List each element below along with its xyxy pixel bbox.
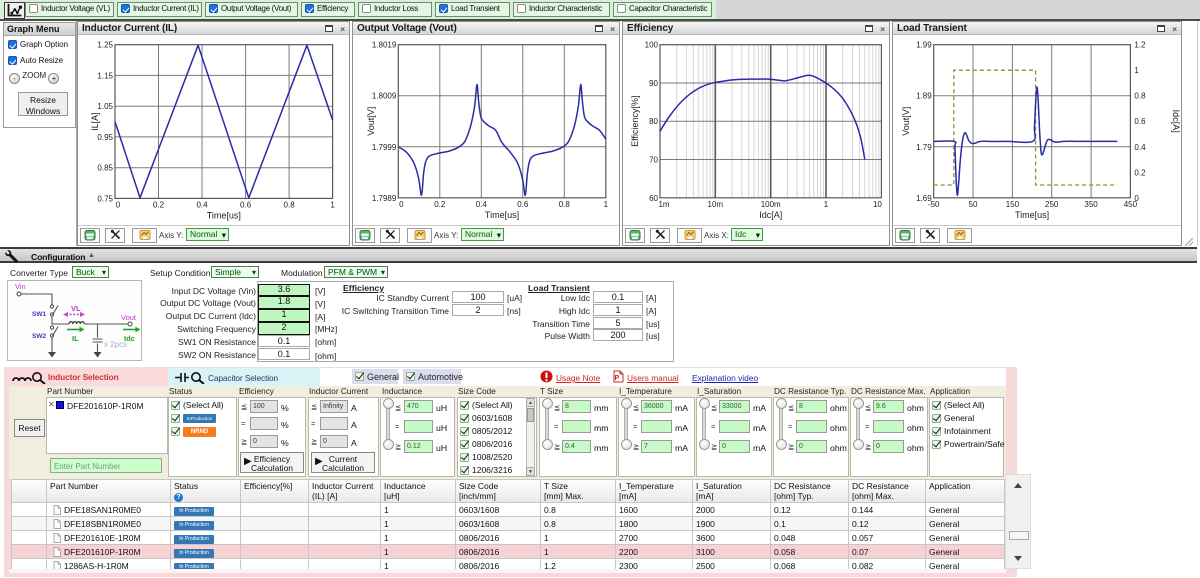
- svg-text:0.2: 0.2: [434, 200, 446, 209]
- svg-text:1.8019: 1.8019: [372, 41, 397, 50]
- svg-text:1.7999: 1.7999: [372, 143, 397, 152]
- svg-text:1: 1: [1134, 66, 1139, 75]
- svg-text:0.85: 0.85: [97, 164, 113, 173]
- svg-text:0.6: 0.6: [240, 200, 252, 209]
- svg-text:Idc[A]: Idc[A]: [759, 210, 782, 220]
- svg-text:x 2pcs: x 2pcs: [104, 340, 127, 349]
- svg-text:80: 80: [649, 117, 658, 126]
- svg-text:10: 10: [873, 200, 882, 209]
- svg-text:0.2: 0.2: [153, 200, 165, 209]
- svg-text:0.2: 0.2: [1134, 168, 1146, 177]
- svg-text:0.75: 0.75: [97, 194, 113, 203]
- svg-text:0.8: 0.8: [284, 200, 296, 209]
- svg-text:250: 250: [1045, 200, 1059, 209]
- svg-text:1.2: 1.2: [1134, 41, 1146, 50]
- svg-text:Time[us]: Time[us]: [207, 210, 241, 220]
- svg-text:0.6: 0.6: [517, 200, 529, 209]
- svg-text:0.8: 0.8: [559, 200, 571, 209]
- svg-text:150: 150: [1006, 200, 1020, 209]
- svg-text:1.15: 1.15: [97, 71, 113, 80]
- svg-text:0.4: 0.4: [476, 200, 488, 209]
- svg-text:Time[us]: Time[us]: [485, 210, 519, 220]
- svg-text:10m: 10m: [708, 200, 724, 209]
- svg-text:Vout[V]: Vout[V]: [366, 107, 376, 136]
- svg-text:0.95: 0.95: [97, 133, 113, 142]
- svg-text:100: 100: [645, 41, 659, 50]
- svg-text:1m: 1m: [658, 200, 669, 209]
- svg-text:70: 70: [649, 156, 658, 165]
- svg-text:IL: IL: [72, 334, 79, 343]
- svg-text:Time[us]: Time[us]: [1015, 210, 1049, 220]
- svg-text:1.89: 1.89: [916, 92, 932, 101]
- svg-text:IL[A]: IL[A]: [90, 112, 100, 131]
- svg-text:Efficiency[%]: Efficiency[%]: [630, 96, 640, 147]
- svg-text:50: 50: [969, 200, 978, 209]
- svg-text:100m: 100m: [761, 200, 781, 209]
- svg-text:SW1: SW1: [32, 311, 46, 318]
- svg-text:VL: VL: [71, 304, 81, 313]
- svg-text:-50: -50: [928, 200, 940, 209]
- svg-text:1.99: 1.99: [916, 41, 932, 50]
- svg-text:0: 0: [399, 200, 404, 209]
- svg-text:350: 350: [1084, 200, 1098, 209]
- svg-text:0.6: 0.6: [1134, 117, 1146, 126]
- svg-text:1: 1: [604, 200, 609, 209]
- svg-text:Vin: Vin: [15, 282, 26, 291]
- svg-text:1.8009: 1.8009: [372, 92, 397, 101]
- svg-text:0.8: 0.8: [1134, 92, 1146, 101]
- svg-text:1.25: 1.25: [97, 41, 113, 50]
- svg-text:1.7989: 1.7989: [372, 194, 397, 203]
- svg-text:P: P: [615, 375, 620, 382]
- svg-text:1: 1: [824, 200, 829, 209]
- svg-text:450: 450: [1124, 200, 1138, 209]
- svg-text:1: 1: [330, 200, 335, 209]
- svg-text:0.4: 0.4: [196, 200, 208, 209]
- svg-text:60: 60: [649, 194, 658, 203]
- svg-text:90: 90: [649, 79, 658, 88]
- svg-text:Vout[V]: Vout[V]: [901, 107, 911, 136]
- svg-text:0: 0: [116, 200, 121, 209]
- svg-text:1.79: 1.79: [916, 143, 932, 152]
- svg-text:Idc[A]: Idc[A]: [1171, 110, 1181, 133]
- svg-text:1.05: 1.05: [97, 102, 113, 111]
- svg-text:0.4: 0.4: [1134, 143, 1146, 152]
- svg-text:SW2: SW2: [32, 333, 46, 340]
